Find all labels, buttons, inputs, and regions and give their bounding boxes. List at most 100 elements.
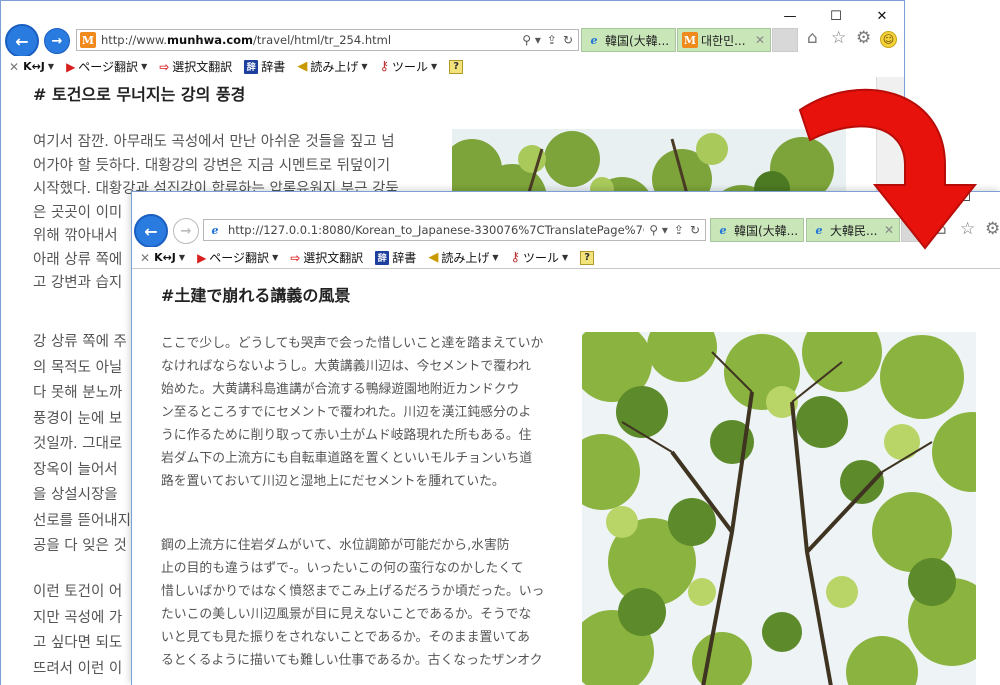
dictionary-button[interactable]: 辞辞書 xyxy=(244,58,285,75)
text-line: 장옥이 늘어서 xyxy=(33,461,118,478)
rss-icon[interactable]: ⇪ xyxy=(547,33,557,47)
read-aloud-button[interactable]: ◀ 読み上げ ▼ xyxy=(428,249,498,266)
front-paragraph-2: 鋼の上流方に住岩ダムがいて、水位調節が可能だから,水害防 止の目的も違うはずで-。… xyxy=(161,534,544,672)
front-forest-photo xyxy=(582,332,976,685)
back-title-bar: — ☐ ✕ xyxy=(1,1,904,25)
kj-label: K↔J xyxy=(154,251,176,264)
read-aloud-label: 読み上げ xyxy=(310,60,359,74)
front-address-bar[interactable]: e http://127.0.0.1:8080/Korean_to_Japane… xyxy=(203,219,706,241)
front-maximize-button[interactable]: ☐ xyxy=(942,192,988,210)
kj-language-selector[interactable]: K↔J ▼ xyxy=(154,251,185,264)
ie-favicon-icon: e xyxy=(719,223,727,237)
toolbar-close-icon[interactable]: ✕ xyxy=(140,251,150,265)
back-tab-1-label: 韓国(大韓... xyxy=(605,33,670,48)
back-address-bar[interactable]: M http://www.munhwa.com/travel/html/tr_2… xyxy=(76,29,579,51)
text-line: 여기서 잠깐. 아무래도 곡성에서 만난 아쉬운 것들을 짚고 넘 xyxy=(33,134,395,150)
front-url-text: http://127.0.0.1:8080/Korean_to_Japanese… xyxy=(228,223,645,237)
favorites-star-icon[interactable]: ☆ xyxy=(960,219,975,239)
chevron-down-icon: ▼ xyxy=(47,62,55,71)
back-url-text: http://www.munhwa.com/travel/html/tr_254… xyxy=(101,33,392,47)
dictionary-button[interactable]: 辞辞書 xyxy=(375,249,416,266)
front-tab-2[interactable]: e 大韓民... ✕ xyxy=(806,218,900,242)
feedback-smile-icon[interactable]: ☺ xyxy=(880,31,897,48)
speaker-icon: ◀ xyxy=(297,59,308,74)
search-icon[interactable]: ⚲ ▾ xyxy=(522,33,541,47)
text-line: 을 상설시장을 xyxy=(33,487,118,503)
tab-close-icon[interactable]: ✕ xyxy=(884,223,894,237)
text-line: 뜨려서 이런 이 xyxy=(33,660,123,677)
selection-arrow-icon: ⇨ xyxy=(159,59,170,74)
play-triangle-icon: ▶ xyxy=(66,59,76,74)
ie-favicon-icon: e xyxy=(590,33,598,47)
read-aloud-label: 読み上げ xyxy=(441,251,490,265)
text-line: 다 못해 분노까 xyxy=(33,385,123,401)
selection-translate-button[interactable]: ⇨ 選択文翻訳 xyxy=(290,249,363,266)
page-translate-button[interactable]: ▶ ページ翻訳 ▼ xyxy=(66,58,147,75)
tools-button[interactable]: ⚷ ツール ▼ xyxy=(510,249,568,266)
text-line: うに作るために削り取って赤い土がムド岐路現れた所もある。住 xyxy=(161,428,532,443)
text-line: ン至るところすでにセメントで覆われた。川辺を漢江鈍感分のよ xyxy=(161,405,532,420)
back-button[interactable]: ← xyxy=(5,24,39,58)
chevron-down-icon: ▼ xyxy=(562,253,569,262)
home-icon[interactable]: ⌂ xyxy=(807,28,818,48)
kj-language-selector[interactable]: K↔J ▼ xyxy=(23,60,54,73)
ie-favicon-icon: e xyxy=(815,223,823,237)
dictionary-icon: 辞 xyxy=(244,59,259,74)
page-translate-button[interactable]: ▶ ページ翻訳 ▼ xyxy=(197,249,278,266)
front-back-button[interactable]: ← xyxy=(134,214,168,248)
front-page-content: #土建で崩れる講義の風景 ここで少し。どうしても哭声で会った惜しいこと達を踏まえ… xyxy=(132,270,1000,685)
munhwa-favicon-icon: M xyxy=(682,32,698,48)
text-line: 路を置いておいて川辺と湿地上にだセメントを腫れていた。 xyxy=(161,474,505,489)
chevron-down-icon: ▼ xyxy=(141,62,148,71)
dictionary-label: 辞書 xyxy=(392,251,417,265)
toolbar-close-icon[interactable]: ✕ xyxy=(9,60,19,74)
text-line: ここで少し。どうしても哭声で会った惜しいこと達を踏まえていか xyxy=(161,336,544,351)
front-new-tab-button[interactable] xyxy=(901,218,927,242)
text-line: 지만 곡성에 가 xyxy=(33,609,123,626)
forward-button[interactable]: → xyxy=(44,28,70,54)
settings-gear-icon[interactable]: ⚙ xyxy=(985,219,1000,239)
read-aloud-button[interactable]: ◀ 読み上げ ▼ xyxy=(297,58,367,75)
settings-gear-icon[interactable]: ⚙ xyxy=(856,28,871,48)
munhwa-favicon-icon: M xyxy=(80,32,96,48)
arrow-right-icon: → xyxy=(180,223,192,239)
favorites-star-icon[interactable]: ☆ xyxy=(831,28,846,48)
tab-close-icon[interactable]: ✕ xyxy=(755,33,765,47)
front-forest-image xyxy=(582,332,976,685)
back-tab-2[interactable]: M 대한민... ✕ xyxy=(677,28,771,52)
front-tab-1[interactable]: e 韓国(大韓... xyxy=(710,218,804,242)
help-button[interactable]: ? xyxy=(449,59,466,74)
rss-icon[interactable]: ⇪ xyxy=(674,223,684,237)
arrow-left-icon: ← xyxy=(144,221,158,241)
ie-favicon-icon: e xyxy=(211,223,219,237)
text-line: 강 상류 쪽에 주 xyxy=(33,334,127,350)
selection-translate-button[interactable]: ⇨ 選択文翻訳 xyxy=(159,58,232,75)
key-icon: ⚷ xyxy=(379,59,390,74)
selection-translate-label: 選択文翻訳 xyxy=(303,251,364,265)
text-line: るとくるように描いても難しい仕事であるか。古くなったザンオク xyxy=(161,653,543,668)
back-tab-1[interactable]: e 韓国(大韓... xyxy=(581,28,676,52)
back-paragraph-2: 강 상류 쪽에 주의 목적도 아닐 다 못해 분노까 풍경이 눈에 보 것일까. 그대… xyxy=(33,330,131,560)
refresh-icon[interactable]: ↻ xyxy=(690,223,700,237)
front-tab-2-label: 大韓民... xyxy=(830,223,878,238)
tools-button[interactable]: ⚷ ツール ▼ xyxy=(379,58,437,75)
search-icon[interactable]: ⚲ ▾ xyxy=(649,223,668,237)
selection-arrow-icon: ⇨ xyxy=(290,250,301,265)
text-line: 岩ダム下の上流方にも自転車道路を置くといいモルチョンいち道 xyxy=(161,451,533,466)
back-translation-toolbar: ✕ K↔J ▼ ▶ ページ翻訳 ▼ ⇨ 選択文翻訳 辞辞書 ◀ 読み上げ ▼ ⚷ ツール ▼ ? xyxy=(1,56,904,78)
front-article-heading: #土建で崩れる講義の風景 xyxy=(161,286,351,305)
help-button[interactable]: ? xyxy=(580,250,597,265)
text-line: 어가야 할 듯하다. 대황강의 강변은 지금 시멘트로 뒤덮이기 xyxy=(33,157,391,174)
chevron-down-icon: ▼ xyxy=(178,253,186,262)
front-translation-toolbar: ✕ K↔J ▼ ▶ ページ翻訳 ▼ ⇨ 選択文翻訳 辞辞書 ◀ 読み上げ ▼ ⚷ ツール ▼ ? xyxy=(132,247,1000,269)
back-tab-2-label: 대한민... xyxy=(701,33,746,48)
new-tab-button[interactable] xyxy=(772,28,798,52)
text-line: 공을 다 잊은 것 xyxy=(33,538,127,554)
text-line: 풍경이 눈에 보 xyxy=(33,410,123,427)
arrow-left-icon: ← xyxy=(15,31,29,51)
home-icon[interactable]: ⌂ xyxy=(936,219,947,239)
refresh-icon[interactable]: ↻ xyxy=(563,33,573,47)
front-browser-window: ☐ ← → e http://127.0.0.1:8080/Korean_to_… xyxy=(131,191,1000,685)
front-forward-button[interactable]: → xyxy=(173,218,199,244)
text-line: 止の目的も違うはずで-。いったいこの何の蛮行なのかしたくて xyxy=(161,561,524,576)
